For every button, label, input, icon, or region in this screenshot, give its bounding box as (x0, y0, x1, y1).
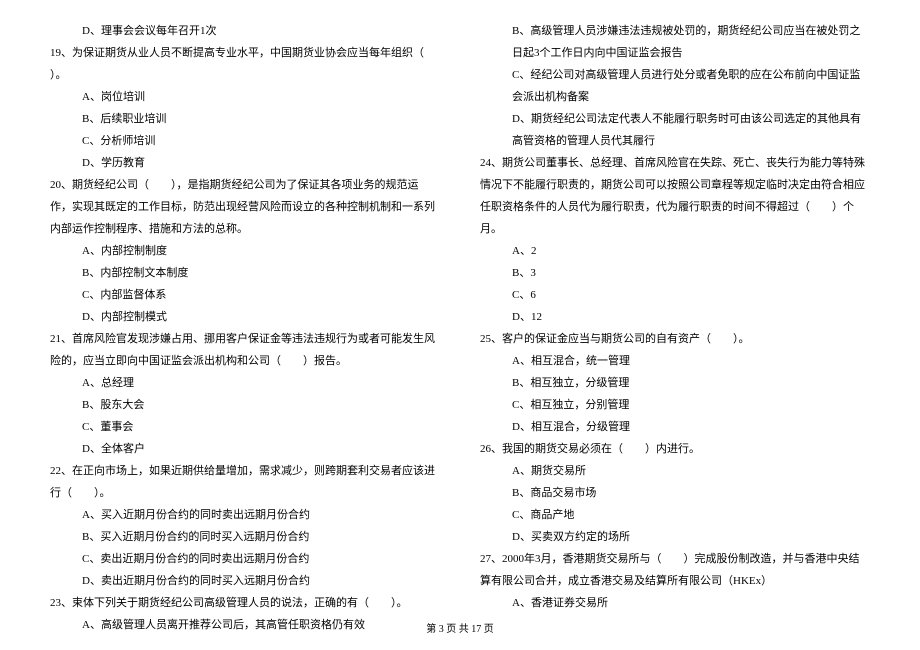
text-line: A、期货交易所 (480, 460, 870, 482)
text-line: C、6 (480, 284, 870, 306)
text-line: D、期货经纪公司法定代表人不能履行职务时可由该公司选定的其他具有高管资格的管理人… (480, 108, 870, 152)
text-line: B、内部控制文本制度 (50, 262, 440, 284)
text-line: B、股东大会 (50, 394, 440, 416)
text-line: A、内部控制制度 (50, 240, 440, 262)
text-line: B、后续职业培训 (50, 108, 440, 130)
text-line: 25、客户的保证金应当与期货公司的自有资产（ ）。 (480, 328, 870, 350)
text-line: C、董事会 (50, 416, 440, 438)
text-line: C、卖出近期月份合约的同时卖出远期月份合约 (50, 548, 440, 570)
text-line: D、卖出近期月份合约的同时买入远期月份合约 (50, 570, 440, 592)
text-line: 20、期货经纪公司（ ），是指期货经纪公司为了保证其各项业务的规范运作，实现其既… (50, 174, 440, 240)
right-column: B、高级管理人员涉嫌违法违规被处罚的，期货经纪公司应当在被处罚之日起3个工作日内… (480, 20, 870, 636)
text-line: C、分析师培训 (50, 130, 440, 152)
text-line: B、商品交易市场 (480, 482, 870, 504)
text-line: 19、为保证期货从业人员不断提高专业水平，中国期货业协会应当每年组织（ ）。 (50, 42, 440, 86)
text-line: C、商品产地 (480, 504, 870, 526)
text-line: A、岗位培训 (50, 86, 440, 108)
text-line: B、3 (480, 262, 870, 284)
text-line: C、相互独立，分别管理 (480, 394, 870, 416)
text-line: D、学历教育 (50, 152, 440, 174)
text-line: D、全体客户 (50, 438, 440, 460)
text-line: 26、我国的期货交易必须在（ ）内进行。 (480, 438, 870, 460)
text-line: A、总经理 (50, 372, 440, 394)
text-line: D、相互混合，分级管理 (480, 416, 870, 438)
text-line: B、相互独立，分级管理 (480, 372, 870, 394)
text-line: 23、束体下列关于期货经纪公司高级管理人员的说法，正确的有（ ）。 (50, 592, 440, 614)
text-line: B、买入近期月份合约的同时买入远期月份合约 (50, 526, 440, 548)
text-line: A、香港证券交易所 (480, 592, 870, 614)
text-line: C、内部监督体系 (50, 284, 440, 306)
text-line: D、买卖双方约定的场所 (480, 526, 870, 548)
text-line: D、内部控制模式 (50, 306, 440, 328)
text-line: B、高级管理人员涉嫌违法违规被处罚的，期货经纪公司应当在被处罚之日起3个工作日内… (480, 20, 870, 64)
text-line: A、买入近期月份合约的同时卖出远期月份合约 (50, 504, 440, 526)
page-footer: 第 3 页 共 17 页 (0, 620, 920, 640)
document-content: D、理事会会议每年召开1次19、为保证期货从业人员不断提高专业水平，中国期货业协… (50, 20, 870, 636)
text-line: A、2 (480, 240, 870, 262)
text-line: 22、在正向市场上，如果近期供给量增加，需求减少，则跨期套利交易者应该进行（ ）… (50, 460, 440, 504)
text-line: 27、2000年3月，香港期货交易所与（ ）完成股份制改造，并与香港中央结算有限… (480, 548, 870, 592)
text-line: 24、期货公司董事长、总经理、首席风险官在失踪、死亡、丧失行为能力等特殊情况下不… (480, 152, 870, 240)
left-column: D、理事会会议每年召开1次19、为保证期货从业人员不断提高专业水平，中国期货业协… (50, 20, 440, 636)
text-line: A、相互混合，统一管理 (480, 350, 870, 372)
text-line: 21、首席风险官发现涉嫌占用、挪用客户保证金等违法违规行为或者可能发生风险的，应… (50, 328, 440, 372)
text-line: D、理事会会议每年召开1次 (50, 20, 440, 42)
text-line: C、经纪公司对高级管理人员进行处分或者免职的应在公布前向中国证监会派出机构备案 (480, 64, 870, 108)
text-line: D、12 (480, 306, 870, 328)
